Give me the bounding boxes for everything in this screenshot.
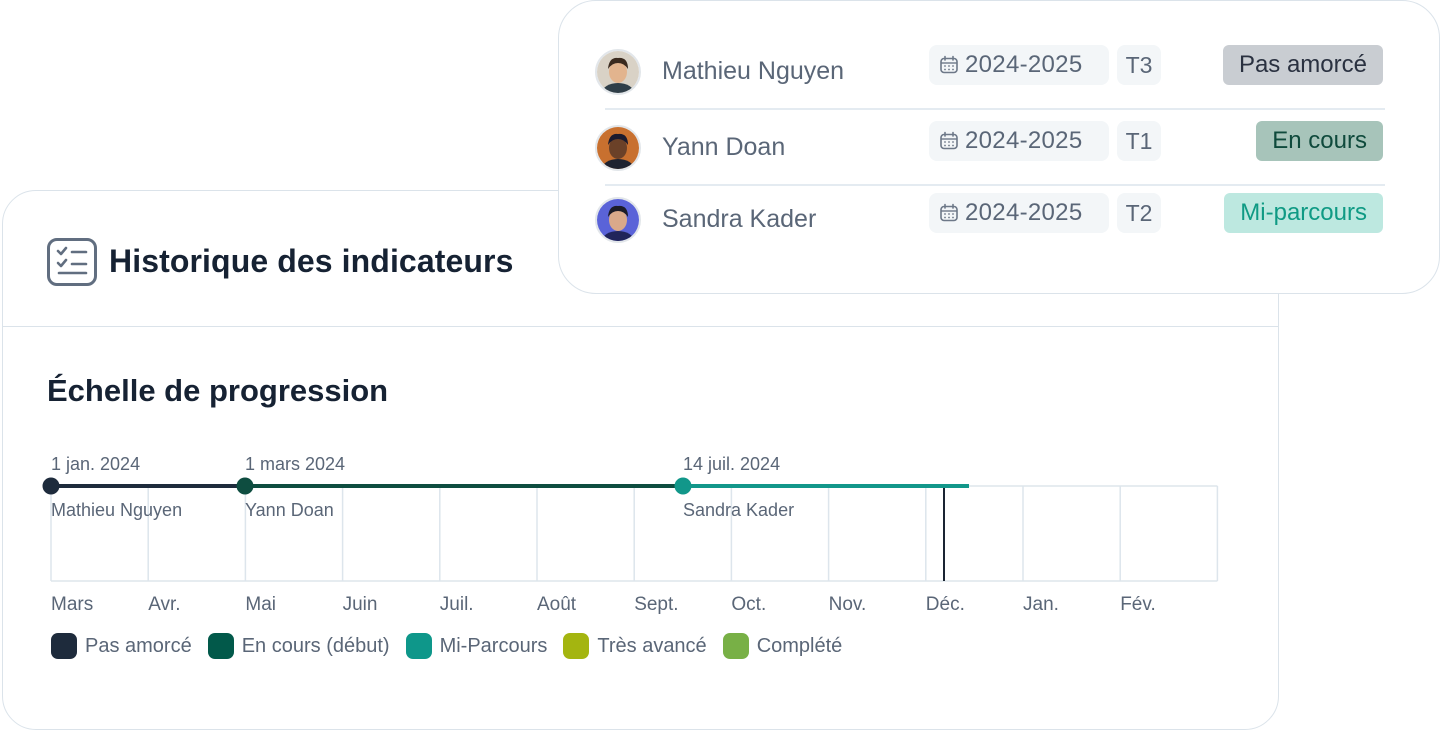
event-person: Mathieu Nguyen — [51, 500, 182, 520]
person-name: Mathieu Nguyen — [662, 57, 845, 85]
month-label: Août — [537, 594, 577, 615]
event-dot[interactable] — [674, 477, 692, 495]
legend-swatch — [563, 633, 590, 659]
school-year-chip: 2024-2025 — [929, 121, 1109, 161]
event-person: Sandra Kader — [683, 500, 794, 520]
progress-timeline: Mars Avr. Mai Juin Juil. Août Sept. Oct. Nov. Déc… — [3, 446, 1280, 706]
legend-item: Très avancé — [563, 633, 707, 659]
avatar — [595, 125, 641, 171]
person-row[interactable]: Yann Doan 2024-2025 T1 En cours — [595, 109, 1383, 185]
school-year-chip: 2024-2025 — [929, 45, 1109, 85]
legend-swatch — [51, 633, 77, 659]
event-dot[interactable] — [42, 477, 60, 495]
event-dot[interactable] — [236, 477, 254, 495]
stage: Historique des indicateurs Échelle de pr… — [0, 0, 1440, 732]
calendar-icon — [940, 203, 958, 222]
event-person: Yann Doan — [245, 500, 334, 520]
month-label: Mars — [51, 594, 93, 615]
legend-label: En cours (début) — [241, 634, 390, 657]
checklist-icon — [47, 238, 97, 286]
page-title: Historique des indicateurs — [109, 243, 514, 279]
legend-swatch — [207, 633, 234, 659]
month-label: Déc. — [926, 594, 965, 615]
month-label: Nov. — [829, 594, 867, 615]
timeline-graphic: Mars Avr. Mai Juin Juil. Août Sept. Oct. Nov. Déc… — [42, 454, 1219, 615]
legend-item: Pas amorcé — [51, 633, 192, 659]
legend-item: Complété — [722, 633, 843, 659]
avatar — [595, 197, 641, 243]
school-year-text: 2024-2025 — [965, 199, 1083, 226]
school-year-text: 2024-2025 — [965, 127, 1083, 154]
event-date: 1 jan. 2024 — [51, 454, 140, 474]
person-name: Sandra Kader — [662, 205, 817, 233]
avatar — [595, 49, 641, 95]
legend-label: Complété — [756, 634, 843, 657]
legend-label: Mi-Parcours — [439, 634, 548, 657]
section-title: Échelle de progression — [47, 373, 389, 408]
month-label: Sept. — [634, 594, 678, 615]
legend-item: Mi-Parcours — [405, 633, 548, 659]
month-label: Oct. — [731, 594, 766, 615]
event-date: 14 juil. 2024 — [683, 454, 780, 474]
term-chip: T2 — [1117, 193, 1161, 233]
row-divider — [605, 108, 1385, 110]
calendar-icon — [940, 131, 958, 150]
legend-swatch — [405, 633, 432, 659]
person-row[interactable]: Sandra Kader 2024-2025 T2 Mi-parcours — [595, 181, 1383, 257]
status-legend: Pas amorcé En cours (début) Mi-Parcours Trè… — [51, 633, 858, 659]
status-badge: Mi-parcours — [1224, 193, 1383, 233]
status-badge: Pas amorcé — [1222, 45, 1383, 85]
school-year-chip: 2024-2025 — [929, 193, 1109, 233]
person-row[interactable]: Mathieu Nguyen 2024-2025 T3 Pas amorcé — [595, 33, 1383, 109]
legend-label: Pas amorcé — [85, 634, 192, 657]
month-label: Juil. — [440, 594, 474, 615]
month-label: Juin — [343, 594, 378, 615]
legend-label: Très avancé — [597, 634, 707, 657]
legend-swatch — [722, 633, 749, 659]
school-year-text: 2024-2025 — [965, 51, 1083, 78]
month-label: Fév. — [1120, 594, 1156, 615]
month-label: Mai — [245, 594, 276, 615]
term-chip: T1 — [1117, 121, 1161, 161]
event-date: 1 mars 2024 — [245, 454, 345, 474]
calendar-icon — [940, 55, 958, 74]
legend-item: En cours (début) — [207, 633, 390, 659]
status-badge: En cours — [1256, 121, 1383, 161]
person-name: Yann Doan — [662, 133, 786, 161]
people-status-card: Mathieu Nguyen 2024-2025 T3 Pas amorcé Yann … — [558, 0, 1440, 294]
row-divider — [605, 184, 1385, 186]
month-label: Avr. — [148, 594, 180, 615]
term-chip: T3 — [1117, 45, 1161, 85]
month-label: Jan. — [1023, 594, 1059, 615]
